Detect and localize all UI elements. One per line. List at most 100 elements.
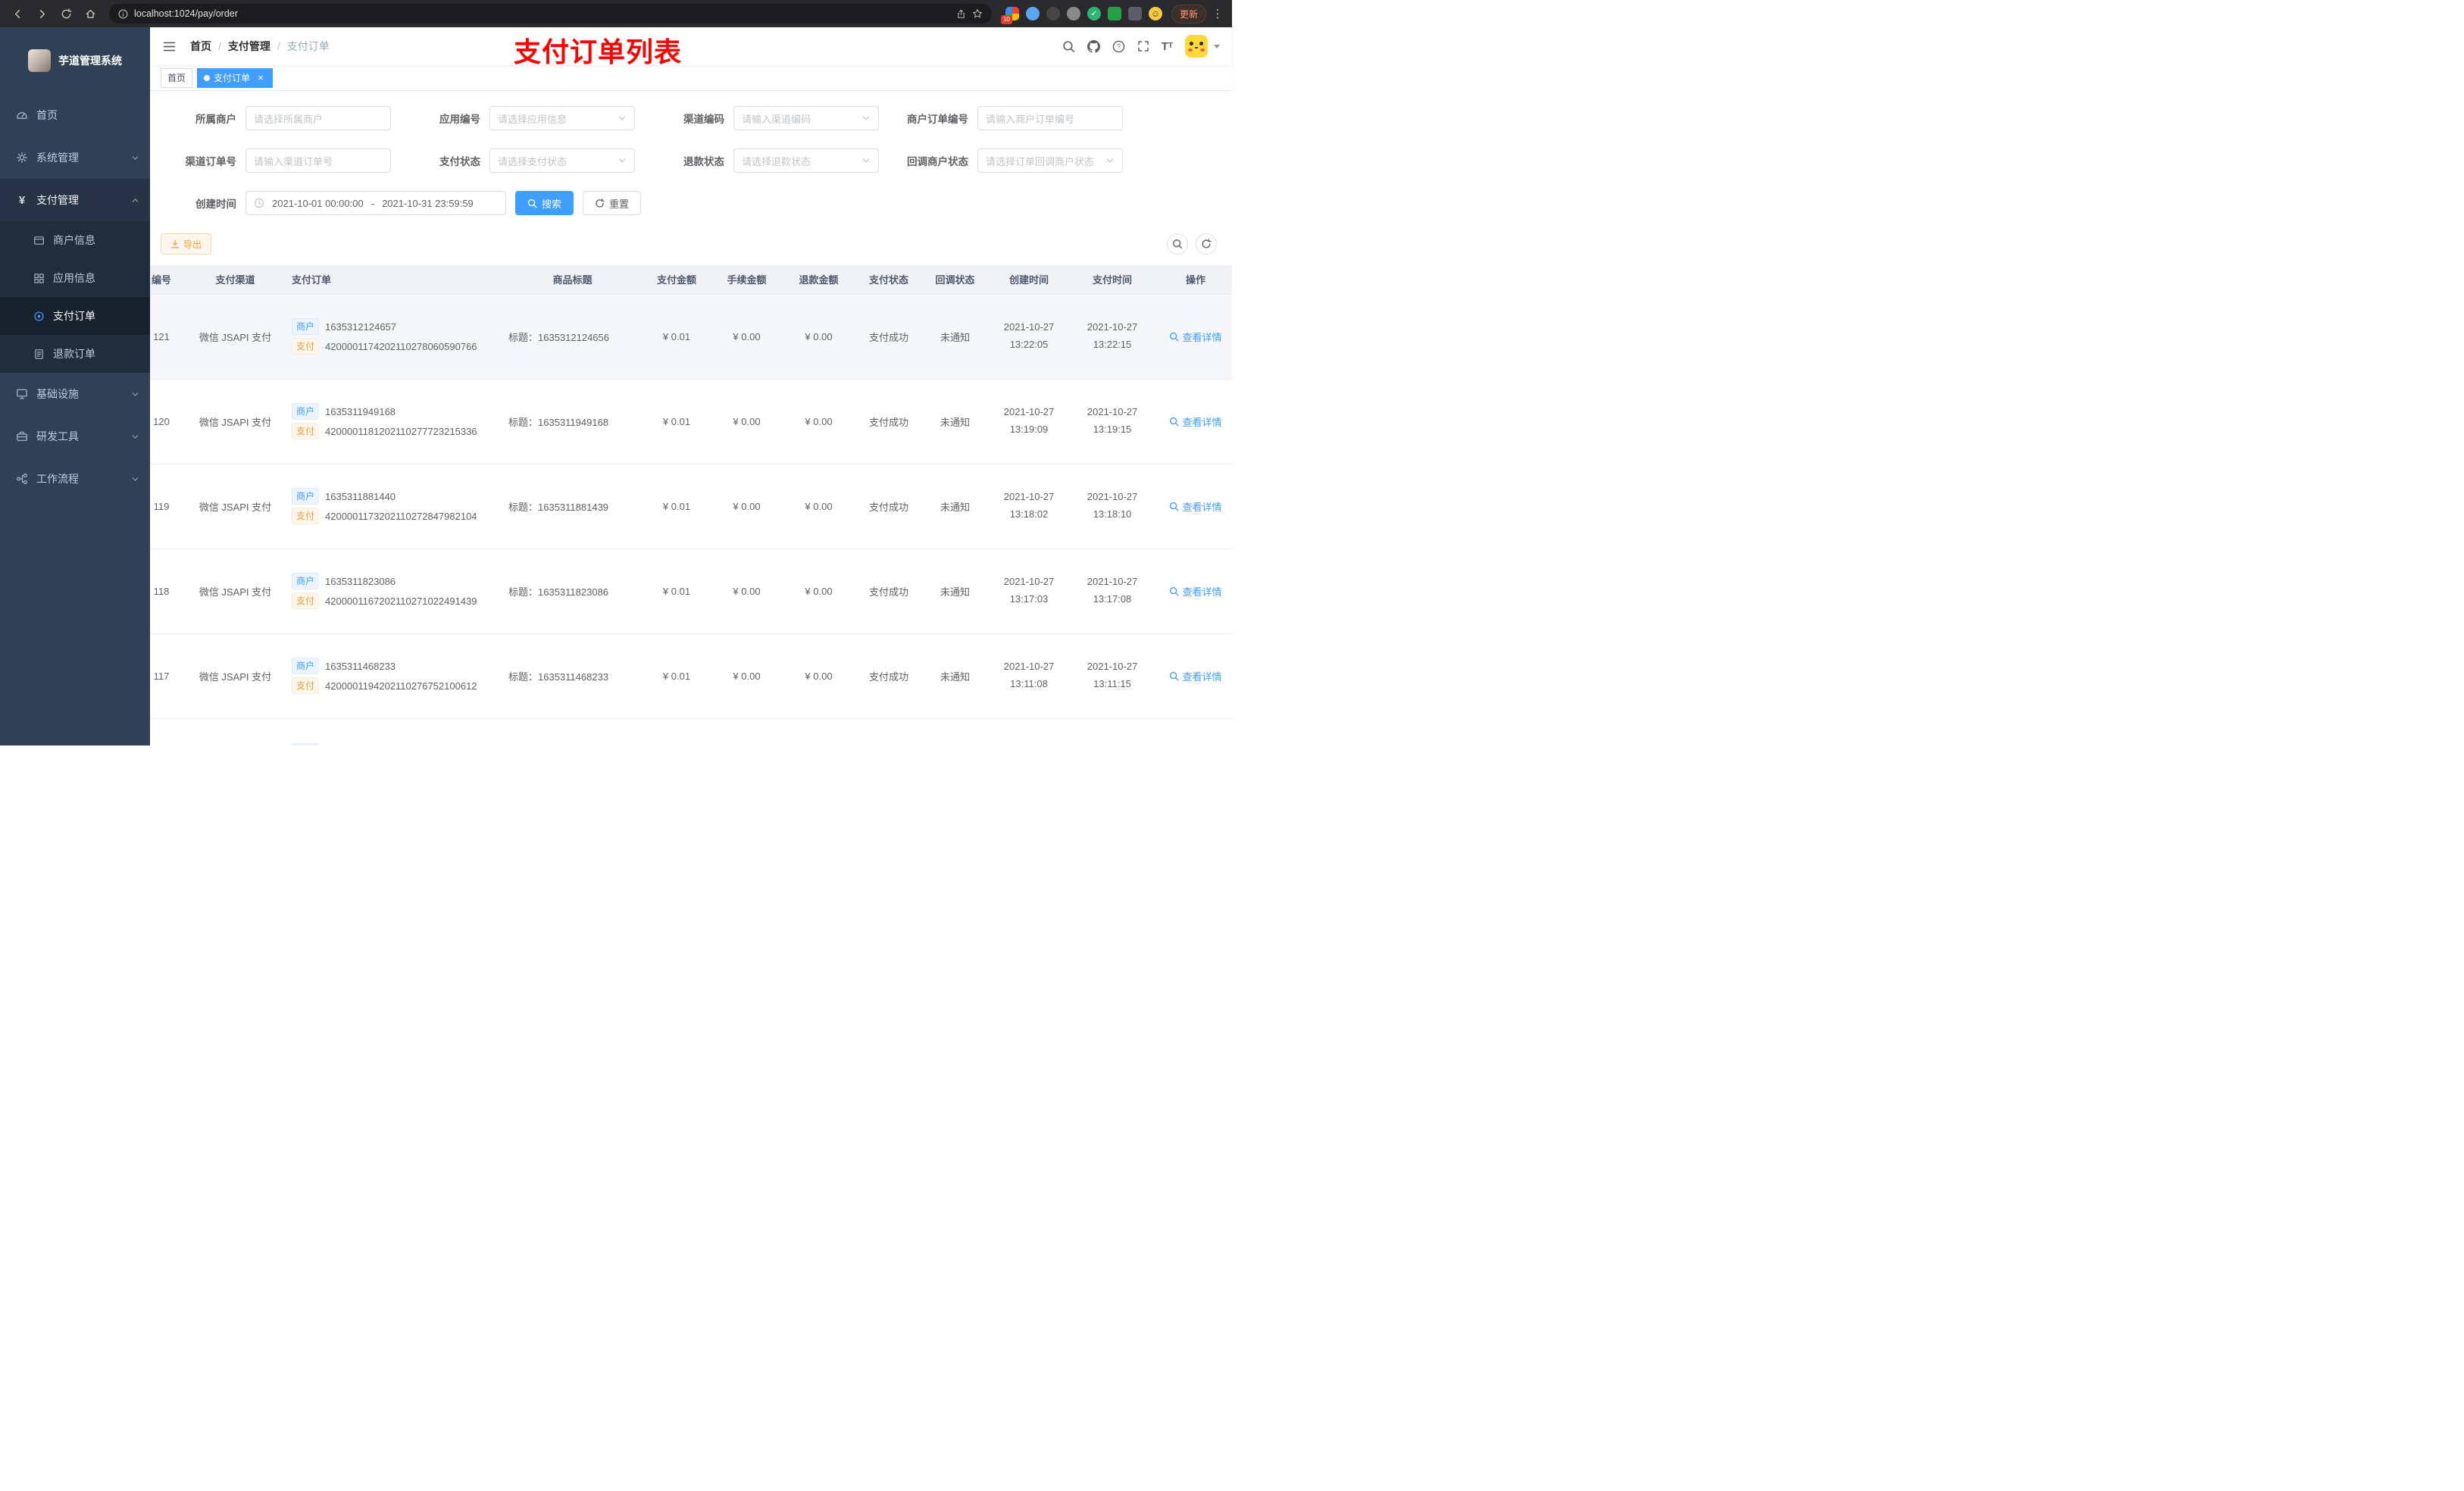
breadcrumb-separator: / [218,40,221,52]
filter-select-r2-2[interactable]: 请选择支付状态 [489,148,635,173]
workflow-icon [15,473,29,485]
extension-icon-2[interactable] [1025,7,1040,20]
sidebar-subitem-0[interactable]: 商户信息 [0,221,150,259]
filter-select-r1-2[interactable]: 请选择应用信息 [489,106,635,130]
view-detail-link[interactable]: 查看详情 [1169,584,1222,599]
filter-select-r2-3[interactable]: 请选择退款状态 [733,148,879,173]
filter-pair: 支付状态 请选择支付状态 [405,148,649,173]
help-icon[interactable]: ? [1112,40,1125,53]
address-bar[interactable]: localhost:1024/pay/order [109,4,992,23]
top-navbar: 首页 / 支付管理 / 支付订单 支付订单列表 ? TT [150,27,1232,67]
cell-action: 查看详情 [1154,549,1232,634]
github-icon[interactable] [1087,39,1100,53]
extension-icon-1[interactable]: 10 [1000,7,1019,24]
logo-image [28,49,51,72]
app-logo[interactable]: 芋道管理系统 [0,27,150,94]
cell-pay-time: 2021-10-27 13:11:15 [1071,633,1154,719]
extension-icon-7[interactable] [1127,7,1142,20]
view-detail-link[interactable]: 查看详情 [1169,499,1222,514]
chevron-down-icon[interactable] [1214,44,1220,48]
extension-icon-5[interactable]: ✓ [1087,7,1101,20]
sidebar-item-1[interactable]: 系统管理 [0,136,150,179]
sidebar-item-3[interactable]: 基础设施 [0,373,150,415]
cell-pay-time: 2021-10-27 13:18:10 [1071,464,1154,549]
cell-title: 标题：1635311881439 [502,464,643,549]
filter-input-r1-4[interactable]: 请输入商户订单编号 [977,106,1123,130]
filter-row-2: 渠道订单号 请输入渠道订单号 支付状态 请选择支付状态 退款状态 请选择退款状态… [161,148,1232,173]
filter-select-r2-4[interactable]: 请选择订单回调商户状态 [977,148,1123,173]
sidebar: 芋道管理系统 首页 系统管理 ¥ 支付管理 商户信息 应用信息 支付订单 退款订… [0,27,150,746]
placeholder-text: 请选择订单回调商户状态 [986,155,1095,167]
extension-icon-3[interactable] [1046,7,1060,20]
sidebar-item-4[interactable]: 研发工具 [0,415,150,458]
cell-pay-time: 2021-10-27 13:17:08 [1071,549,1154,634]
filter-pair: 回调商户状态 请选择订单回调商户状态 [893,148,1137,173]
view-detail-link[interactable]: 查看详情 [1169,414,1222,429]
create-time-range-input[interactable]: 2021-10-01 00:00:00 - 2021-10-31 23:59:5… [245,191,506,215]
merchant-icon [32,235,45,246]
cell-action: 查看详情 [1154,379,1232,464]
forward-button[interactable] [32,4,52,23]
col-header-pay_status: 支付状态 [855,265,923,295]
chevron-down-icon [861,156,871,165]
sidebar-subitem-3[interactable]: 退款订单 [0,335,150,373]
col-header-pay_amount: 支付金额 [643,265,711,295]
filter-label: 应用编号 [439,114,480,125]
cell-pay-amount: ¥ 0.01 [643,549,711,634]
bookmark-star-icon[interactable] [972,8,983,19]
view-detail-link[interactable]: 查看详情 [1169,669,1222,683]
search-icon[interactable] [1062,40,1075,53]
share-icon[interactable] [956,9,966,19]
collapse-menu-icon[interactable] [162,39,177,54]
search-button[interactable]: 搜索 [515,191,574,215]
back-button[interactable] [8,4,27,23]
sidebar-subitem-2[interactable]: 支付订单 [0,297,150,335]
cell-order: 商户1635311151736 [283,718,502,746]
site-info-icon[interactable] [118,9,128,19]
cell-action: 查看详情 [1154,294,1232,380]
font-size-icon[interactable]: TT [1162,41,1173,52]
chrome-update-button[interactable]: 更新 [1171,4,1206,23]
reset-button[interactable]: 重置 [583,191,642,215]
cell-notify-status: 未通知 [923,549,987,634]
cell-refund-amount: ¥ 0.00 [783,633,855,719]
filter-select-r1-3[interactable]: 请输入渠道编码 [733,106,879,130]
filter-input-r1-1[interactable]: 请选择所属商户 [245,106,391,130]
filter-input-r2-1[interactable]: 请输入渠道订单号 [245,148,391,173]
user-avatar[interactable] [1185,35,1208,58]
breadcrumb-item[interactable]: 首页 [190,39,211,54]
navbar-actions: ? TT [1062,35,1220,58]
cell-pay-status: 支付成功 [855,549,923,634]
filter-form: 所属商户 请选择所属商户 应用编号 请选择应用信息 渠道编码 请输入渠道编码 商… [150,91,1232,233]
breadcrumb-item[interactable]: 支付管理 [228,39,270,54]
chevron-up-icon [131,196,139,205]
cell-pay-status: 支付成功 [855,633,923,719]
toggle-search-button[interactable] [1167,233,1188,255]
reload-button[interactable] [56,4,76,23]
profile-avatar-icon[interactable]: ☺ [1148,7,1162,20]
refund-icon [32,349,45,360]
cell-create-time: 2021-10-27 13:19:09 [987,379,1071,464]
refresh-table-button[interactable] [1196,233,1217,255]
sidebar-item-5[interactable]: 工作流程 [0,458,150,500]
tag-1[interactable]: 支付订单 × [197,67,274,88]
cell-fee-amount: ¥ 0.00 [711,379,783,464]
extension-icon-6[interactable] [1107,7,1121,20]
close-icon[interactable]: × [255,73,266,83]
table-row: 119 微信 JSAPI 支付 商户 1635311881440 支付 4200001… [150,464,1232,549]
extension-icon-4[interactable] [1066,7,1080,20]
view-detail-link[interactable]: 查看详情 [1169,330,1222,344]
export-button[interactable]: 导出 [161,233,212,255]
sidebar-item-2[interactable]: ¥ 支付管理 [0,179,150,221]
sidebar-subitem-1[interactable]: 应用信息 [0,259,150,297]
tag-0[interactable]: 首页 [161,67,193,88]
browser-menu-icon[interactable]: ⋮ [1211,4,1224,23]
cell-id: 117 [150,633,188,719]
fullscreen-icon[interactable] [1137,40,1149,52]
home-button[interactable] [80,4,100,23]
table-row: 118 微信 JSAPI 支付 商户 1635311823086 支付 4200001… [150,549,1232,634]
pay-tag: 支付 [292,677,320,694]
col-header-action: 操作 [1154,265,1232,295]
cell-fee-amount: ¥ 0.00 [711,549,783,634]
sidebar-item-0[interactable]: 首页 [0,94,150,136]
